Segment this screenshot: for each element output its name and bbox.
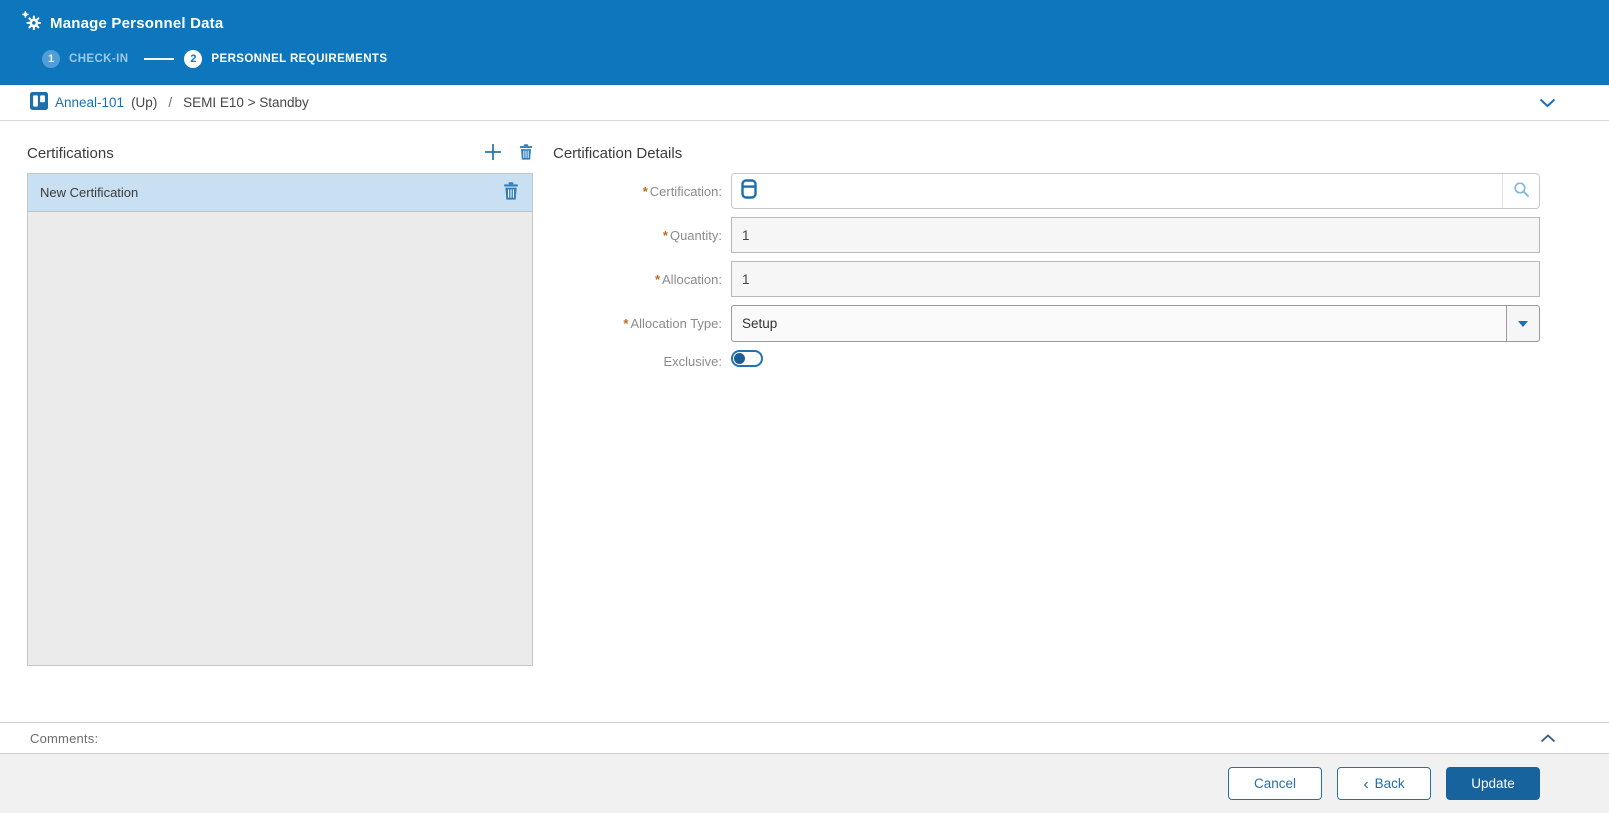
main-content: Certifications New Certification Certifi… bbox=[0, 121, 1609, 722]
certification-item-name: New Certification bbox=[40, 185, 139, 200]
app-header: Manage Personnel Data 1 CHECK-IN 2 PERSO… bbox=[0, 0, 1609, 85]
allocation-input[interactable] bbox=[731, 261, 1540, 297]
cancel-button[interactable]: Cancel bbox=[1228, 767, 1322, 800]
update-button[interactable]: Update bbox=[1446, 767, 1540, 800]
wizard-stepper: 1 CHECK-IN 2 PERSONNEL REQUIREMENTS bbox=[22, 50, 1609, 68]
add-certification-button[interactable] bbox=[483, 142, 503, 165]
certification-field-label: * Certification: bbox=[642, 183, 722, 199]
chevron-left-icon: ‹ bbox=[1363, 775, 1369, 793]
certification-details-panel: Certification Details * Certification: *… bbox=[553, 139, 1540, 722]
list-item-new-certification[interactable]: New Certification bbox=[28, 174, 532, 212]
required-marker: * bbox=[642, 183, 648, 199]
step-personnel-requirements[interactable]: 2 PERSONNEL REQUIREMENTS bbox=[184, 50, 387, 68]
certification-details-title: Certification Details bbox=[553, 144, 683, 162]
certifications-panel: Certifications New Certification bbox=[27, 139, 533, 722]
comments-section[interactable]: Comments: bbox=[0, 722, 1609, 753]
trash-icon bbox=[519, 143, 533, 163]
breadcrumb-collapse-chevron-down-icon[interactable] bbox=[1539, 98, 1556, 108]
trash-icon bbox=[503, 182, 519, 203]
comments-collapse-chevron-up-icon[interactable] bbox=[1540, 733, 1556, 743]
quantity-input[interactable] bbox=[731, 217, 1540, 253]
certification-lookup-field[interactable] bbox=[731, 173, 1540, 209]
equipment-icon bbox=[30, 92, 48, 113]
chevron-down-icon bbox=[1518, 320, 1528, 327]
breadcrumb-state-path: SEMI E10 > Standby bbox=[183, 95, 309, 110]
step-check-in[interactable]: 1 CHECK-IN bbox=[42, 50, 128, 68]
allocation-field-label: * Allocation: bbox=[654, 271, 722, 287]
exclusive-toggle[interactable] bbox=[731, 350, 763, 367]
allocation-type-select[interactable]: Setup bbox=[731, 305, 1540, 342]
delete-item-button[interactable] bbox=[503, 182, 519, 203]
required-marker: * bbox=[662, 227, 668, 243]
delete-certification-button[interactable] bbox=[519, 143, 533, 163]
allocation-type-field-label: * Allocation Type: bbox=[623, 316, 722, 331]
certifications-list: New Certification bbox=[27, 173, 533, 666]
step-2-label: PERSONNEL REQUIREMENTS bbox=[211, 53, 388, 65]
toggle-knob bbox=[734, 353, 745, 364]
footer-action-bar: Cancel ‹ Back Update bbox=[0, 753, 1609, 813]
step-1-label: CHECK-IN bbox=[69, 53, 129, 65]
certification-input[interactable] bbox=[757, 174, 1539, 208]
breadcrumb-entity-status: (Up) bbox=[131, 95, 158, 110]
required-marker: * bbox=[654, 271, 661, 287]
add-icon bbox=[483, 142, 503, 165]
breadcrumb-separator: / bbox=[168, 95, 173, 110]
certification-icon bbox=[741, 178, 757, 204]
step-2-number: 2 bbox=[184, 50, 203, 68]
search-icon bbox=[1513, 181, 1530, 201]
certifications-panel-title: Certifications bbox=[27, 144, 114, 162]
quantity-field-label: * Quantity: bbox=[662, 227, 722, 243]
stepper-connector bbox=[144, 58, 175, 60]
back-button[interactable]: ‹ Back bbox=[1337, 767, 1431, 800]
allocation-type-value: Setup bbox=[742, 316, 778, 331]
manage-gear-icon bbox=[22, 11, 42, 35]
breadcrumb-entity-link[interactable]: Anneal-101 bbox=[55, 95, 124, 110]
step-1-number: 1 bbox=[42, 50, 60, 68]
dropdown-arrow-button[interactable] bbox=[1506, 306, 1539, 341]
comments-label: Comments: bbox=[30, 730, 99, 746]
certification-search-button[interactable] bbox=[1502, 174, 1539, 208]
required-marker: * bbox=[623, 316, 629, 331]
page-title: Manage Personnel Data bbox=[50, 14, 224, 32]
breadcrumb: Anneal-101 (Up) / SEMI E10 > Standby bbox=[30, 92, 1539, 113]
breadcrumb-bar: Anneal-101 (Up) / SEMI E10 > Standby bbox=[0, 85, 1609, 121]
exclusive-field-label: Exclusive: bbox=[663, 353, 722, 369]
